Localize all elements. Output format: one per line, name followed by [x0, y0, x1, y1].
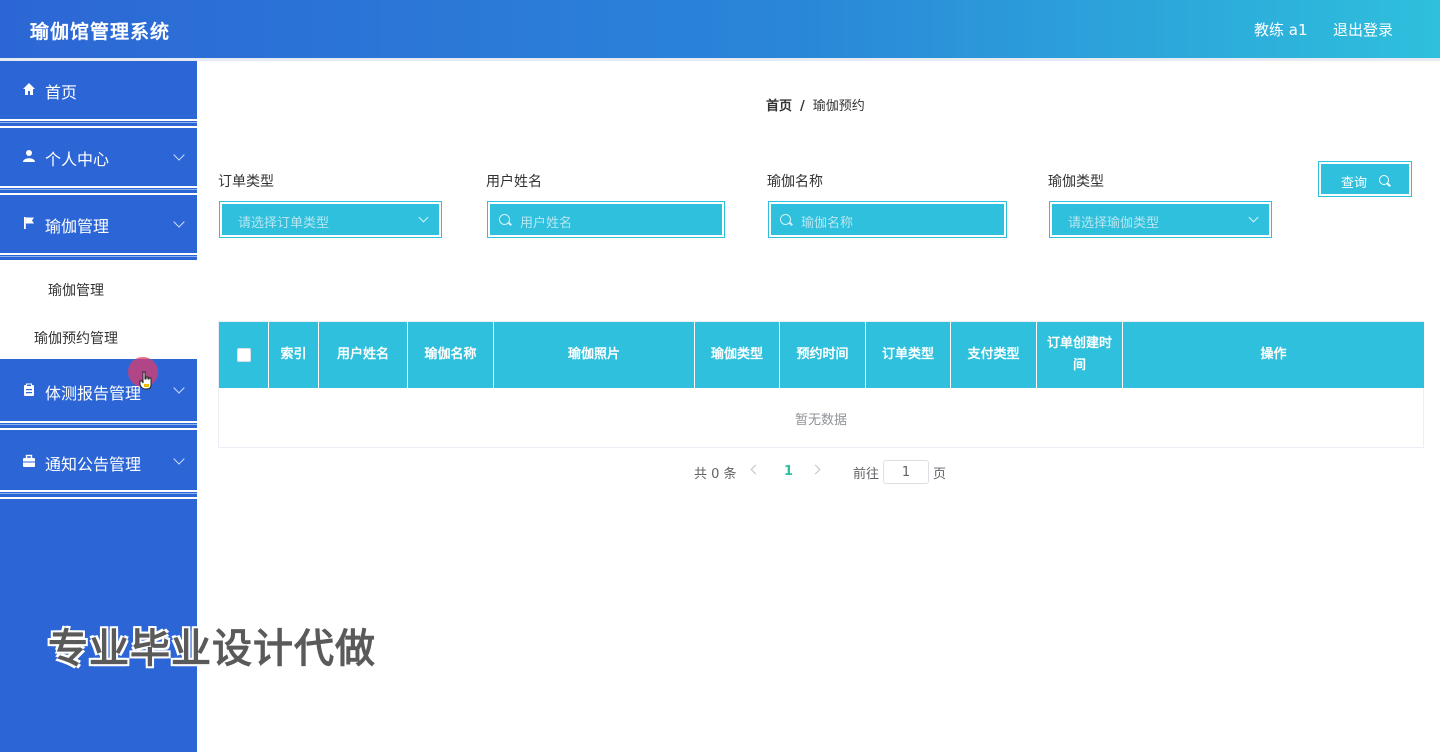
sidebar-divider — [0, 253, 197, 262]
app-title: 瑜伽馆管理系统 — [30, 21, 171, 43]
yoga-type-placeholder: 请选择瑜伽类型 — [1068, 216, 1160, 231]
select-all-cell — [219, 322, 269, 388]
top-header: 瑜伽馆管理系统 教练 a1 退出登录 — [0, 0, 1440, 58]
query-button[interactable]: 查询 — [1318, 161, 1412, 197]
column-header: 操作 — [1260, 347, 1287, 362]
pagination-total: 共 0 条 — [694, 467, 737, 482]
user-icon — [23, 150, 35, 162]
sidebar-item-label: 体测报告管理 — [45, 384, 142, 403]
pagination-current-page[interactable]: 1 — [784, 464, 793, 479]
query-button-label: 查询 — [1341, 176, 1368, 191]
breadcrumb-separator: / — [800, 99, 805, 114]
sidebar-item-label: 首页 — [45, 83, 78, 102]
column-header: 索引 — [269, 322, 319, 388]
yoga-type-select[interactable]: 请选择瑜伽类型 — [1049, 201, 1272, 238]
user-name-placeholder: 用户姓名 — [520, 216, 573, 231]
chevron-down-icon — [173, 453, 185, 465]
search-icon — [499, 214, 510, 225]
sidebar-item-label: 瑜伽管理 — [45, 217, 110, 236]
search-icon — [780, 214, 791, 225]
home-icon — [23, 83, 35, 95]
sidebar-divider — [0, 119, 197, 128]
user-name-label: 用户姓名 — [486, 174, 542, 190]
breadcrumb-current: 瑜伽预约 — [812, 99, 865, 114]
column-header: 瑜伽照片 — [494, 322, 695, 388]
select-all-checkbox[interactable] — [236, 348, 251, 362]
column-header: 预约时间 — [780, 322, 866, 388]
sidebar-divider — [0, 490, 197, 499]
column-header: 瑜伽名称 — [408, 322, 494, 388]
breadcrumb: 首页 / 瑜伽预约 — [766, 95, 865, 114]
column-header: 用户姓名 — [319, 322, 408, 388]
clipboard-icon — [24, 383, 34, 396]
pagination-goto-label: 前往 — [853, 467, 880, 482]
pagination-goto-input[interactable] — [883, 460, 929, 484]
booking-table: 索引 用户姓名 瑜伽名称 瑜伽照片 瑜伽类型 预约时间 订单类型 支付类型 订单… — [218, 321, 1424, 448]
sidebar-item-fitness-report[interactable]: 体测报告管理 — [0, 359, 197, 421]
watermark-text: 专业毕业设计代做 — [48, 626, 376, 672]
search-icon — [1379, 175, 1389, 185]
chevron-down-icon — [1248, 212, 1259, 223]
chevron-down-icon — [418, 212, 429, 223]
sidebar-item-label: 通知公告管理 — [45, 455, 142, 474]
chevron-down-icon — [173, 382, 185, 394]
chevron-down-icon — [173, 149, 185, 161]
logout-link[interactable]: 退出登录 — [1333, 19, 1393, 40]
user-name-input[interactable]: 用户姓名 — [487, 201, 725, 238]
yoga-submenu: 瑜伽管理 瑜伽预约管理 — [0, 262, 197, 359]
submenu-item-yoga-management[interactable]: 瑜伽管理 — [48, 280, 104, 300]
prev-page-icon[interactable] — [750, 464, 761, 475]
empty-state: 暂无数据 — [794, 412, 847, 428]
order-type-select[interactable]: 请选择订单类型 — [219, 201, 442, 238]
order-type-label: 订单类型 — [218, 174, 274, 190]
chevron-down-icon — [173, 216, 185, 228]
column-header: 瑜伽类型 — [695, 322, 780, 388]
sidebar-item-home[interactable]: 首页 — [0, 61, 197, 119]
table-header: 索引 用户姓名 瑜伽名称 瑜伽照片 瑜伽类型 预约时间 订单类型 支付类型 订单… — [219, 322, 1424, 388]
briefcase-icon — [23, 454, 35, 467]
pagination-page-suffix: 页 — [933, 467, 947, 482]
column-header: 订单创建时间 — [1037, 322, 1123, 388]
yoga-name-label: 瑜伽名称 — [767, 174, 823, 190]
sidebar-divider — [0, 186, 197, 195]
sidebar-divider — [0, 421, 197, 430]
order-type-placeholder: 请选择订单类型 — [238, 216, 330, 231]
breadcrumb-home[interactable]: 首页 — [766, 99, 792, 114]
sidebar-item-yoga-management[interactable]: 瑜伽管理 — [0, 195, 197, 253]
header-divider — [0, 58, 1440, 61]
yoga-name-input[interactable]: 瑜伽名称 — [768, 201, 1007, 238]
column-header: 支付类型 — [951, 322, 1037, 388]
yoga-type-label: 瑜伽类型 — [1048, 174, 1104, 190]
hand-cursor-icon — [139, 371, 152, 390]
current-user: 教练 a1 — [1254, 21, 1308, 39]
sidebar-item-notice[interactable]: 通知公告管理 — [0, 430, 197, 490]
yoga-name-placeholder: 瑜伽名称 — [801, 216, 854, 231]
next-page-icon[interactable] — [810, 464, 821, 475]
sidebar-item-profile[interactable]: 个人中心 — [0, 128, 197, 186]
flag-icon — [24, 217, 34, 229]
submenu-item-yoga-booking[interactable]: 瑜伽预约管理 — [34, 328, 118, 348]
column-header: 订单类型 — [866, 322, 951, 388]
sidebar-item-label: 个人中心 — [45, 150, 110, 169]
